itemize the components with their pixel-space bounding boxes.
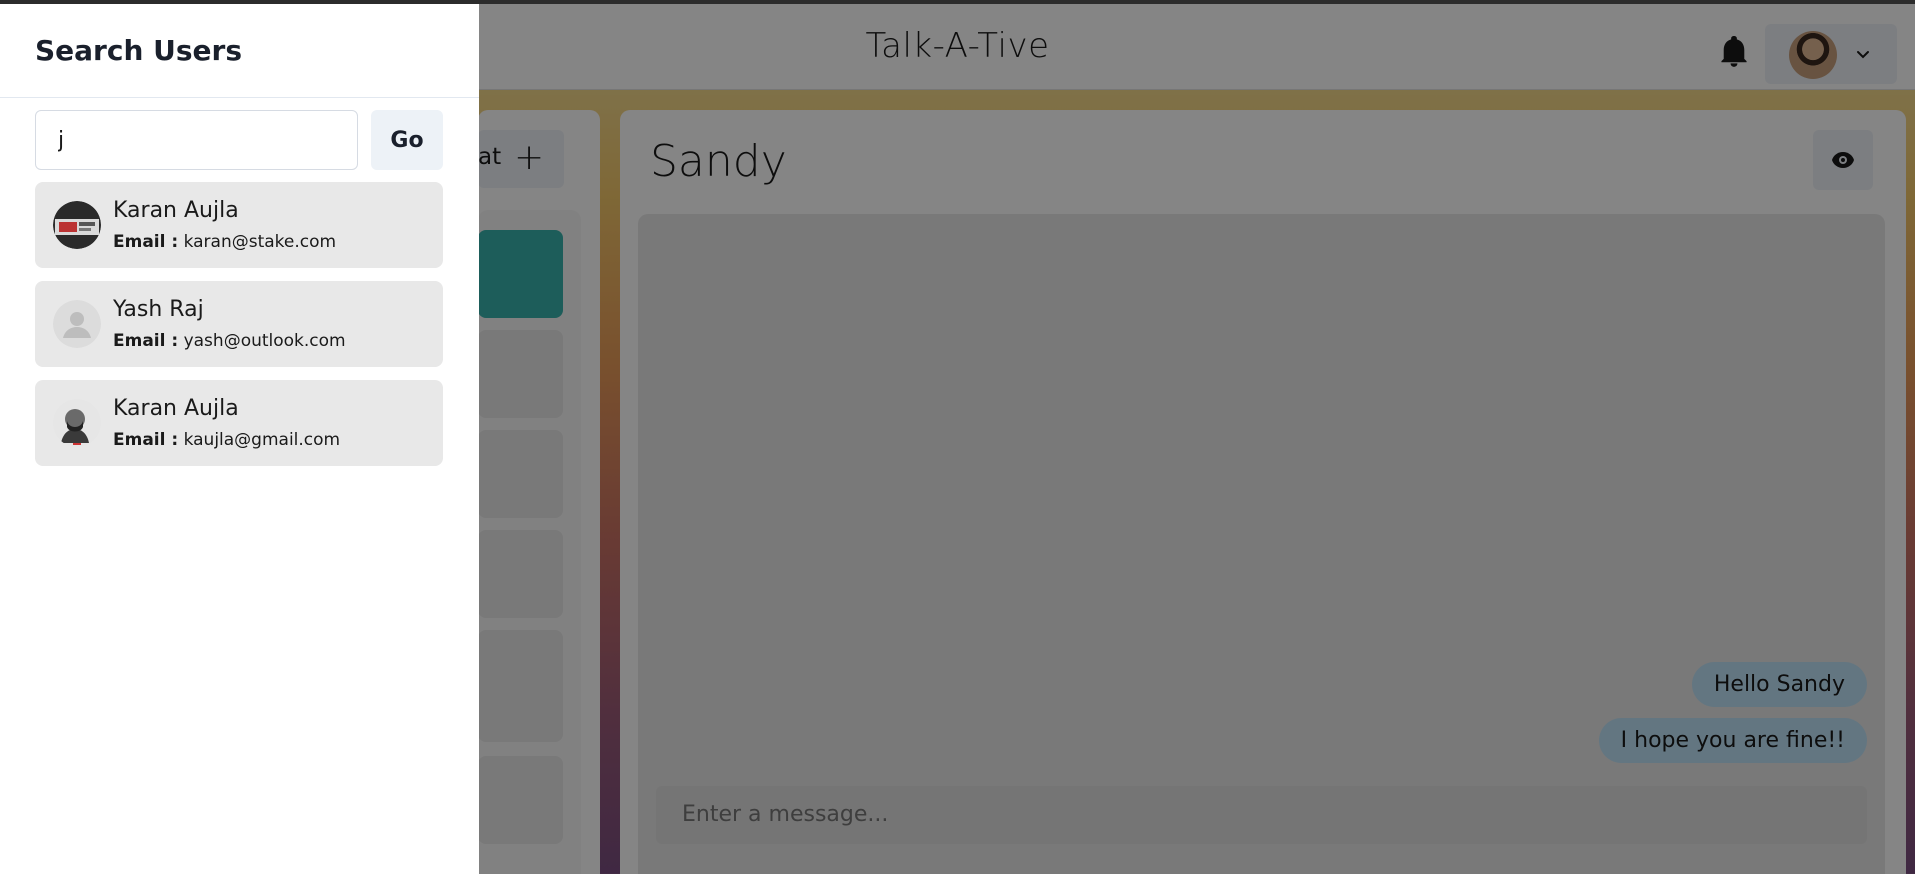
email-value: karan@stake.com	[183, 232, 337, 252]
user-name: Yash Raj	[113, 297, 204, 322]
default-avatar-icon	[53, 300, 101, 348]
email-value: yash@outlook.com	[183, 331, 346, 351]
drawer-title: Search Users	[35, 34, 243, 67]
user-name: Karan Aujla	[113, 396, 239, 421]
search-input[interactable]	[35, 110, 358, 170]
avatar	[53, 399, 101, 447]
email-value: kaujla@gmail.com	[183, 430, 341, 450]
user-result-item[interactable]: Karan Aujla Email : karan@stake.com	[35, 182, 443, 268]
email-label: Email :	[113, 331, 179, 351]
email-label: Email :	[113, 232, 179, 252]
search-users-drawer: Search Users Go Karan Aujla Email : kara…	[0, 4, 479, 874]
email-label: Email :	[113, 430, 179, 450]
user-email: Email : karan@stake.com	[113, 232, 336, 252]
user-result-item[interactable]: Karan Aujla Email : kaujla@gmail.com	[35, 380, 443, 466]
user-result-item[interactable]: Yash Raj Email : yash@outlook.com	[35, 281, 443, 367]
divider	[0, 97, 479, 98]
avatar	[53, 201, 101, 249]
user-name: Karan Aujla	[113, 198, 239, 223]
user-email: Email : kaujla@gmail.com	[113, 430, 340, 450]
go-button[interactable]: Go	[371, 110, 443, 170]
user-email: Email : yash@outlook.com	[113, 331, 346, 351]
